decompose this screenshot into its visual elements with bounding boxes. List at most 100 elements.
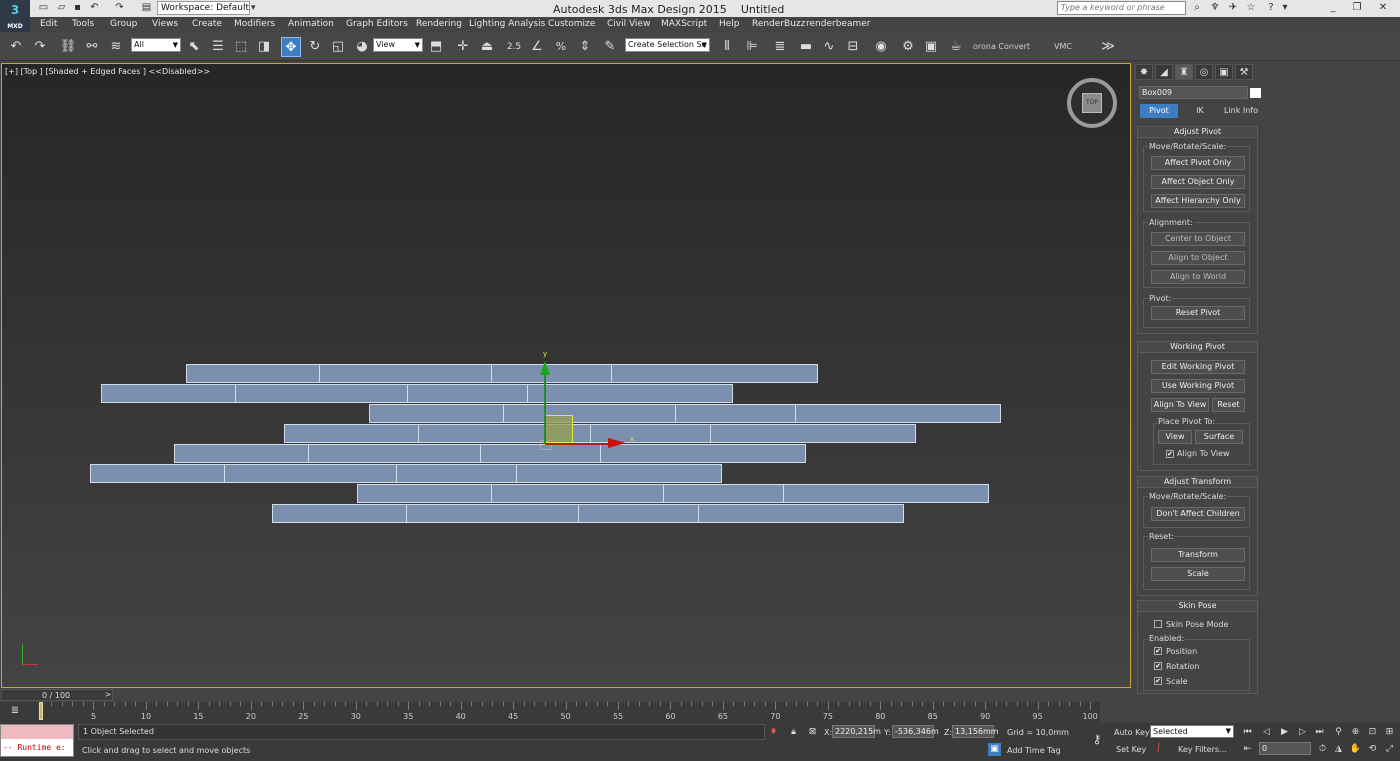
rendered-frame-window-icon[interactable]: ▣ [921,37,941,57]
plank-box[interactable] [186,364,320,383]
rotation-checkbox[interactable]: ✔ [1154,662,1162,670]
use-working-pivot-button[interactable]: Use Working Pivot [1151,379,1245,393]
current-frame-marker[interactable] [39,702,43,720]
project-folder-icon[interactable]: ▤ [140,2,153,14]
align-icon[interactable]: ⊫ [742,37,762,57]
workspace-dropdown[interactable]: Workspace: Default [157,1,250,15]
menu-customize[interactable]: Customize [548,19,595,29]
go-to-start-icon[interactable]: ⏮ [1241,726,1254,739]
plank-box[interactable] [611,364,818,383]
menu-group[interactable]: Group [110,19,137,29]
create-tab-icon[interactable]: ✸ [1135,64,1153,80]
help-search-input[interactable]: Type a keyword or phrase [1057,1,1186,15]
rectangular-selection-icon[interactable]: ⬚ [231,37,251,57]
toolbar-expand-chevron-icon[interactable]: ≫ [1098,37,1118,57]
go-to-end-icon[interactable]: ⏭ [1313,726,1326,739]
viewcube-top-face[interactable]: TOP [1082,93,1102,113]
chevron-right-icon[interactable]: > [103,689,113,701]
key-icon[interactable]: ⚷ [1087,733,1107,746]
select-object-icon[interactable]: ⬉ [184,37,204,57]
mini-curve-editor-icon[interactable]: ≣ [6,705,24,719]
tab-ik[interactable]: IK [1181,104,1219,118]
plank-box[interactable] [272,504,407,523]
minimize-button[interactable]: _ [1322,0,1344,17]
plank-box[interactable] [783,484,989,503]
viewport-label[interactable]: [+] [Top ] [Shaded + Edged Faces ] <<Dis… [5,67,210,76]
display-tab-icon[interactable]: ▣ [1215,64,1233,80]
manipulate-icon[interactable]: ✛ [453,37,473,57]
skin-pose-rollout-header[interactable]: Skin Pose [1137,600,1258,612]
menu-tools[interactable]: Tools [72,19,94,29]
bind-space-warp-icon[interactable]: ≋ [106,37,126,57]
object-name-field[interactable]: Box009 [1139,86,1248,99]
plank-box[interactable] [795,404,1001,423]
scale-checkbox[interactable]: ✔ [1154,677,1162,685]
menu-create[interactable]: Create [192,19,222,29]
plank-box[interactable] [675,404,796,423]
select-and-rotate-icon[interactable]: ↻ [305,37,325,57]
vmc-button[interactable]: VMC [1054,42,1072,51]
selection-lock-icon[interactable]: 🔒︎ [787,726,800,739]
material-editor-icon[interactable]: ◉ [871,37,891,57]
redo-icon[interactable]: ↷ [30,37,50,57]
zoom-all-icon[interactable]: ⊕ [1349,726,1362,739]
plank-box[interactable] [369,404,504,423]
plank-box[interactable] [396,464,517,483]
object-color-swatch[interactable] [1250,88,1261,98]
y-coordinate-field[interactable]: -536,346m [892,725,939,738]
unlink-selection-icon[interactable]: ⚯ [82,37,102,57]
adjust-transform-rollout-header[interactable]: Adjust Transform [1137,476,1258,488]
menu-renderbuzz[interactable]: RenderBuzz [752,19,805,29]
gizmo-xy-plane-handle[interactable] [545,415,573,443]
help-icon[interactable]: ? [1264,1,1278,15]
new-file-icon[interactable]: ▭ [37,2,50,14]
plank-box[interactable] [516,464,722,483]
plank-box[interactable] [710,424,916,443]
center-to-object-button[interactable]: Center to Object [1151,232,1245,246]
plank-box[interactable] [406,504,579,523]
previous-frame-icon[interactable]: ◁ [1260,726,1273,739]
time-slider[interactable]: 0 / 100 [1,689,113,701]
plank-box[interactable] [357,484,492,503]
pivot-center-icon[interactable]: ⬒ [426,37,446,57]
reset-pivot-button[interactable]: Reset Pivot [1151,306,1245,320]
align-to-view-button[interactable]: Align To View [1151,398,1209,412]
key-filters-button[interactable]: Key Filters... [1178,745,1227,754]
plank-box[interactable] [491,484,664,503]
snaps-toggle-icon[interactable]: 2.5 [504,37,524,57]
isolate-selection-icon[interactable]: ♦ [767,726,780,739]
plank-box[interactable] [600,444,806,463]
communication-icon[interactable]: ✈ [1226,1,1240,15]
hierarchy-tab-icon[interactable]: ♜ [1175,64,1193,80]
help-dropdown-icon[interactable]: ▾ [1278,1,1292,15]
place-view-button[interactable]: View [1158,430,1192,444]
edit-working-pivot-button[interactable]: Edit Working Pivot [1151,360,1245,374]
gizmo-y-arrow-icon[interactable] [540,361,550,375]
plank-box[interactable] [174,444,309,463]
binoculars-icon[interactable]: ⌕ [1190,1,1204,15]
menu-edit[interactable]: Edit [40,19,57,29]
window-crossing-icon[interactable]: ◨ [254,37,274,57]
maximize-viewport-icon[interactable]: ⤢ [1383,743,1396,756]
key-mode-toggle-icon[interactable]: ⇤ [1241,743,1254,756]
save-file-icon[interactable]: ▪ [71,2,84,14]
align-to-world-button[interactable]: Align to World [1151,270,1245,284]
undo-icon[interactable]: ↶ [6,37,26,57]
plank-box[interactable] [578,504,699,523]
select-and-link-icon[interactable]: ⛓ [58,37,78,57]
reset-scale-button[interactable]: Scale [1151,567,1245,581]
align-to-view-checkbox[interactable]: ✔ [1166,450,1174,458]
subscription-icon[interactable]: ♆ [1208,1,1222,15]
open-file-icon[interactable]: ▱ [55,2,68,14]
tab-pivot[interactable]: Pivot [1140,104,1178,118]
zoom-extents-all-icon[interactable]: ⊞ [1383,726,1396,739]
spinner-snap-icon[interactable]: ⇕ [575,37,595,57]
zoom-extents-icon[interactable]: ⊡ [1366,726,1379,739]
modify-tab-icon[interactable]: ◢ [1155,64,1173,80]
menu-views[interactable]: Views [152,19,178,29]
orbit-icon[interactable]: ⟲ [1366,743,1379,756]
schematic-view-icon[interactable]: ⊟ [843,37,863,57]
favorites-star-icon[interactable]: ☆ [1244,1,1258,15]
selection-filter-dropdown[interactable]: All ▼ [131,38,181,52]
plank-box[interactable] [491,364,612,383]
